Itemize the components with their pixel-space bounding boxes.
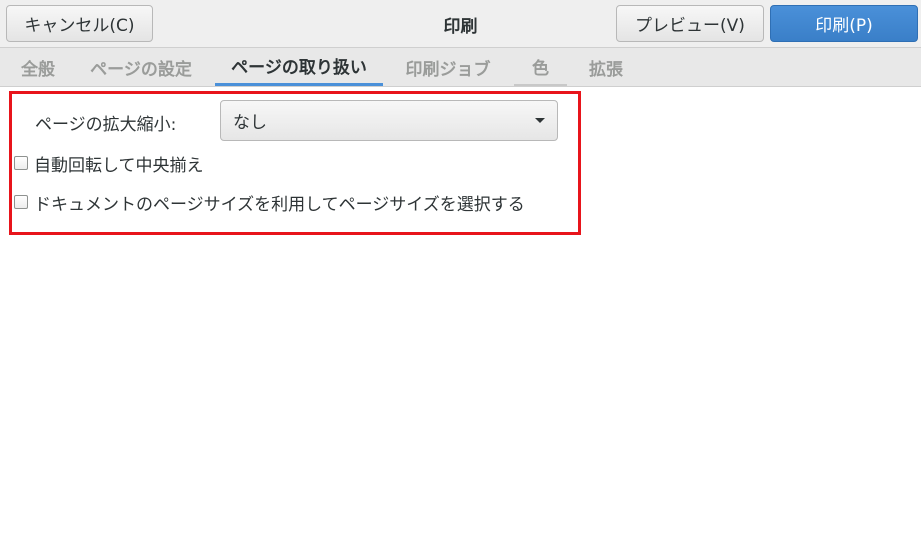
select-size-row[interactable]: ドキュメントのページサイズを利用してページサイズを選択する	[14, 191, 525, 215]
cancel-button[interactable]: キャンセル(C)	[6, 5, 153, 42]
cancel-button-label: キャンセル(C)	[24, 16, 135, 36]
tab-color[interactable]: 色	[514, 48, 567, 86]
print-button[interactable]: 印刷(P)	[770, 5, 918, 42]
dropdown-arrow-icon	[535, 118, 545, 123]
auto-rotate-checkbox[interactable]	[14, 156, 28, 170]
auto-rotate-label: 自動回転して中央揃え	[34, 155, 204, 176]
preview-button-label: プレビュー(V)	[635, 16, 745, 36]
select-size-label: ドキュメントのページサイズを利用してページサイズを選択する	[34, 194, 525, 215]
tab-advanced[interactable]: 拡張	[578, 48, 634, 86]
tab-print-job[interactable]: 印刷ジョブ	[395, 48, 501, 86]
print-button-label: 印刷(P)	[815, 16, 873, 36]
select-size-checkbox[interactable]	[14, 195, 28, 209]
tab-page-setup[interactable]: ページの設定	[80, 48, 202, 86]
scaling-combobox-value: なし	[233, 113, 267, 133]
tab-general[interactable]: 全般	[8, 48, 68, 86]
tab-page-handling[interactable]: ページの取り扱い	[215, 48, 383, 86]
auto-rotate-row[interactable]: 自動回転して中央揃え	[14, 152, 204, 176]
tab-bar: 全般 ページの設定 ページの取り扱い 印刷ジョブ 色 拡張	[0, 48, 921, 87]
header-bar: キャンセル(C) 印刷 プレビュー(V) 印刷(P)	[0, 0, 921, 48]
preview-button[interactable]: プレビュー(V)	[616, 5, 764, 42]
scaling-label: ページの拡大縮小:	[35, 115, 177, 135]
scaling-combobox[interactable]: なし	[220, 100, 558, 141]
